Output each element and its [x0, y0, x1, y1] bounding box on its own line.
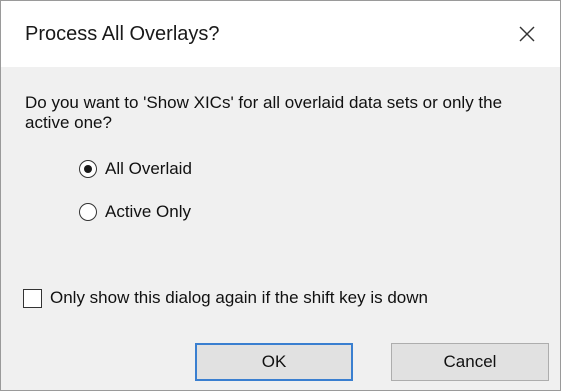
- process-overlays-dialog: Process All Overlays? Do you want to 'Sh…: [0, 0, 561, 391]
- radio-button-checked[interactable]: [79, 160, 97, 178]
- close-icon: [519, 26, 535, 42]
- dialog-message: Do you want to 'Show XICs' for all overl…: [25, 93, 503, 132]
- radio-button[interactable]: [79, 203, 97, 221]
- dialog-title: Process All Overlays?: [25, 23, 220, 45]
- cancel-button[interactable]: Cancel: [391, 343, 549, 381]
- radio-label-all-overlaid: All Overlaid: [105, 159, 192, 178]
- ok-button[interactable]: OK: [195, 343, 353, 381]
- radio-label-active-only: Active Only: [105, 202, 191, 221]
- shift-key-checkbox[interactable]: [23, 288, 42, 308]
- shift-key-checkbox-label: Only show this dialog again if the shift…: [50, 288, 428, 307]
- radio-active-only[interactable]: Active Only: [79, 200, 191, 224]
- radio-all-overlaid[interactable]: All Overlaid: [79, 157, 192, 181]
- close-button[interactable]: [494, 1, 560, 67]
- title-bar: Process All Overlays?: [1, 1, 560, 67]
- shift-key-option[interactable]: Only show this dialog again if the shift…: [23, 286, 428, 310]
